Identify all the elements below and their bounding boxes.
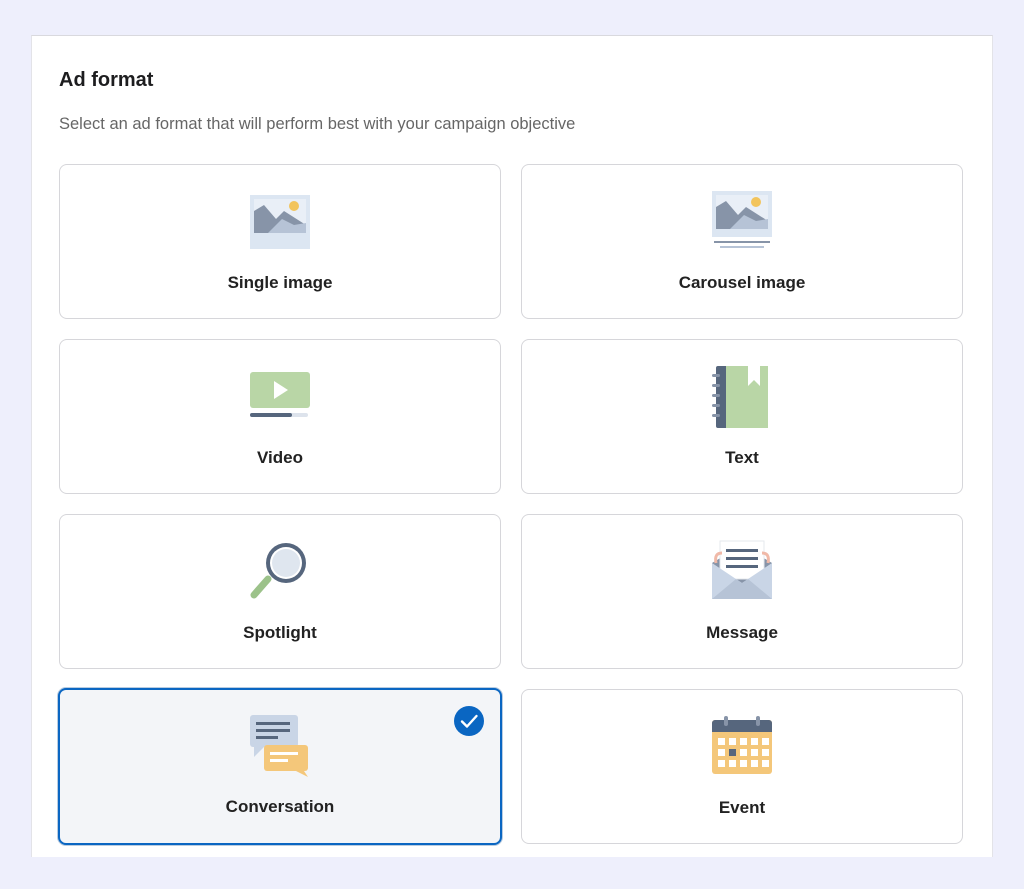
format-card-single-image[interactable]: Single image xyxy=(59,164,501,319)
format-card-conversation[interactable]: Conversation xyxy=(58,688,502,845)
section-subtitle: Select an ad format that will perform be… xyxy=(59,115,576,133)
carousel-image-icon xyxy=(710,189,774,253)
magnifying-glass-icon xyxy=(248,539,312,603)
format-card-spotlight[interactable]: Spotlight xyxy=(59,514,501,669)
format-card-message[interactable]: Message xyxy=(521,514,963,669)
format-label: Video xyxy=(257,448,303,467)
section-title: Ad format xyxy=(59,69,154,91)
format-card-event[interactable]: Event xyxy=(521,689,963,844)
envelope-letter-icon xyxy=(710,539,774,603)
single-image-icon xyxy=(248,189,312,253)
format-card-carousel-image[interactable]: Carousel image xyxy=(521,164,963,319)
video-icon xyxy=(248,364,312,428)
format-label: Event xyxy=(718,798,766,817)
format-label: Message xyxy=(706,623,778,642)
chat-bubbles-icon xyxy=(248,713,312,777)
format-card-text[interactable]: Text xyxy=(521,339,963,494)
format-label: Text xyxy=(725,448,759,467)
format-label: Single image xyxy=(227,273,333,292)
format-label: Conversation xyxy=(225,797,335,816)
format-card-video[interactable]: Video xyxy=(59,339,501,494)
selected-checkmark-icon xyxy=(454,706,484,736)
calendar-icon xyxy=(710,714,774,778)
format-label: Carousel image xyxy=(678,273,806,292)
format-label: Spotlight xyxy=(243,623,317,642)
text-notebook-icon xyxy=(710,364,774,428)
ad-format-panel: Ad format Select an ad format that will … xyxy=(31,35,993,857)
